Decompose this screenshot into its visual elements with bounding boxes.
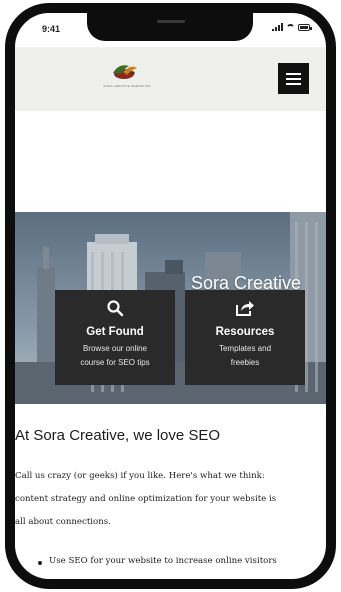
card-subtitle-line: freebies [230,358,260,367]
paragraph-line: content strategy and online optimization… [15,494,277,504]
share-icon [236,301,254,316]
card-subtitle: Browse our online course for SEO tips [55,342,175,370]
battery-icon [298,23,312,31]
menu-line [286,82,301,85]
paragraph-line: all about connections. [15,517,111,527]
phone-notch [87,13,253,41]
phone-frame: 9:41 SORA CREATIVE MARKETING Sora Creati… [5,3,336,589]
hero-section: Sora Creative Marketer Get Found Browse … [15,212,326,404]
search-icon [107,300,124,317]
card-title: Get Found [86,326,144,338]
card-subtitle: Templates and freebies [185,342,305,370]
site-header: SORA CREATIVE MARKETING [15,47,326,111]
status-icons [272,23,312,31]
card-subtitle-line: Templates and [218,344,272,353]
card-subtitle-line: Browse our online [82,344,148,353]
paragraph-line: Call us crazy (or geeks) if you like. He… [15,471,265,481]
wifi-icon [286,23,295,31]
hamburger-menu-button[interactable] [278,63,309,94]
status-time: 9:41 [42,24,61,34]
menu-line [286,72,301,75]
speaker-grille [157,20,185,23]
card-title: Resources [215,326,275,338]
card-subtitle-line: course for SEO tips [80,358,150,367]
logo-bird-icon [113,65,137,79]
phone-screen: 9:41 SORA CREATIVE MARKETING Sora Creati… [15,13,326,579]
logo-text: SORA CREATIVE MARKETING [103,84,151,88]
list-item: Use SEO for your website to increase onl… [49,556,277,566]
resources-card[interactable]: Resources Templates and freebies [185,290,305,385]
menu-line [286,77,301,80]
signal-icon [272,23,283,31]
section-heading: At Sora Creative, we love SEO [15,427,221,444]
get-found-card[interactable]: Get Found Browse our online course for S… [55,290,175,385]
site-logo[interactable]: SORA CREATIVE MARKETING [87,61,167,93]
bullet-icon [38,561,42,565]
